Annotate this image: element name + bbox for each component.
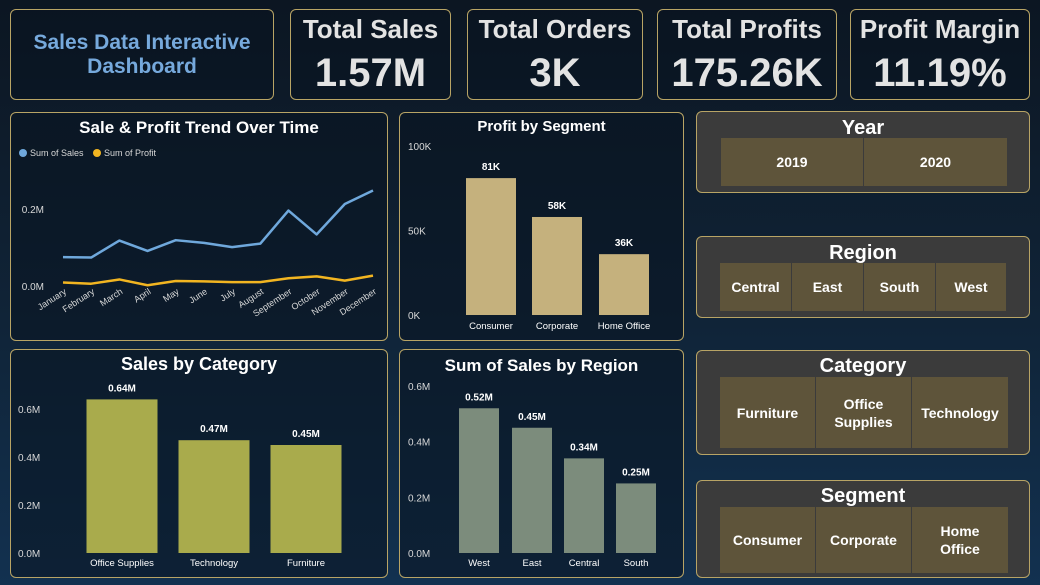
region-option-south[interactable]: South (864, 263, 936, 311)
year-option-2020[interactable]: 2020 (864, 138, 1007, 186)
bar (599, 254, 649, 315)
data-label: 36K (615, 238, 634, 249)
data-label: 0.52M (465, 392, 493, 403)
segment-slicer-title: Segment (820, 485, 906, 507)
region-option-central[interactable]: Central (720, 263, 792, 311)
bar (512, 427, 552, 553)
data-label: 58K (548, 201, 567, 212)
region-slicer: Region Central East South West (696, 236, 1030, 318)
bar (178, 440, 250, 553)
kpi-value: 1.57M (314, 51, 427, 95)
dashboard-title-card: Sales Data Interactive Dashboard (10, 9, 274, 100)
legend-label: Sum of Profit (104, 148, 157, 158)
y-tick-label: 0.0M (18, 549, 40, 560)
x-tick-label: Office Supplies (90, 558, 154, 569)
y-tick-label: 0.6M (408, 382, 430, 393)
y-tick-label: 0.0M (22, 282, 44, 293)
x-tick-label: February (61, 286, 97, 314)
legend-marker (93, 149, 101, 157)
data-label: 0.64M (108, 383, 136, 394)
x-tick-label: Furniture (287, 558, 325, 569)
y-tick-label: 0.2M (408, 493, 430, 504)
x-tick-label: May (161, 286, 181, 304)
year-slicer: Year 2019 2020 (696, 111, 1030, 193)
series-line-profit (62, 274, 374, 287)
kpi-total-orders: Total Orders 3K (467, 9, 643, 100)
region-chart-panel: Sum of Sales by Region 0.0M 0.2M 0.4M 0.6M 0… (399, 349, 684, 578)
data-label: 0.47M (200, 424, 228, 435)
y-tick-label: 0.6M (18, 405, 40, 416)
y-tick-label: 100K (408, 142, 432, 153)
category-chart: 0.0M 0.2M 0.4M 0.6M 0.64M Office Supplies 0.47… (18, 383, 342, 569)
region-slicer-title: Region (829, 242, 897, 264)
region-option-east[interactable]: East (792, 263, 864, 311)
x-tick-label: East (522, 558, 541, 569)
segment-option-corporate[interactable]: Corporate (816, 507, 912, 573)
kpi-total-profits: Total Profits 175.26K (657, 9, 837, 100)
legend-marker (19, 149, 27, 157)
kpi-label: Total Orders (478, 14, 632, 44)
category-option-office-supplies[interactable]: Office Supplies (816, 377, 912, 448)
y-tick-label: 0.4M (408, 438, 430, 449)
bar (564, 458, 604, 553)
region-chart: 0.0M 0.2M 0.4M 0.6M 0.52M West 0.45M East 0.34M C… (408, 382, 656, 569)
y-tick-label: 0.2M (22, 205, 44, 216)
trend-chart-panel: Sale & Profit Trend Over Time 0.0M 0.2M Su… (10, 112, 388, 341)
category-option-furniture[interactable]: Furniture (720, 377, 816, 448)
y-tick-label: 0K (408, 311, 421, 322)
category-option-technology[interactable]: Technology (912, 377, 1008, 448)
bar (270, 445, 342, 553)
series-line-sales (62, 189, 374, 259)
kpi-label: Total Profits (672, 14, 822, 44)
year-option-2019[interactable]: 2019 (721, 138, 864, 186)
x-tick-label: July (218, 286, 237, 303)
x-tick-label: June (187, 286, 209, 305)
x-tick-label: April (132, 286, 153, 304)
kpi-value: 175.26K (671, 51, 823, 95)
category-chart-panel: Sales by Category 0.0M 0.2M 0.4M 0.6M 0.64M O… (10, 349, 388, 578)
kpi-profit-margin: Profit Margin 11.19% (850, 9, 1030, 100)
x-tick-label: Home Office (598, 321, 651, 332)
x-tick-label: Consumer (469, 321, 513, 332)
data-label: 0.45M (292, 429, 320, 440)
category-slicer: Category Furniture Office Supplies Techn… (696, 350, 1030, 455)
y-tick-label: 50K (408, 227, 426, 238)
bar (86, 399, 158, 553)
segment-option-home-office[interactable]: Home Office (912, 507, 1008, 573)
y-tick-label: 0.4M (18, 453, 40, 464)
bar (616, 483, 656, 553)
y-tick-label: 0.2M (18, 501, 40, 512)
x-tick-label: South (624, 558, 649, 569)
bar (459, 408, 499, 553)
dashboard-title: Sales Data Interactive Dashboard (33, 30, 251, 78)
legend-label: Sum of Sales (30, 148, 84, 158)
x-tick-label: Corporate (536, 321, 578, 332)
kpi-label: Profit Margin (859, 14, 1021, 44)
data-label: 0.34M (570, 442, 598, 453)
x-tick-label: West (468, 558, 490, 569)
year-slicer-title: Year (841, 117, 885, 139)
x-tick-label: Technology (190, 558, 238, 569)
kpi-value: 3K (529, 51, 581, 95)
segment-chart: 0K 50K 100K 81K Consumer 58K Corporate 36K Home … (408, 142, 651, 332)
segment-slicer: Segment Consumer Corporate Home Office (696, 480, 1030, 578)
bar (466, 178, 516, 315)
category-slicer-title: Category (819, 355, 907, 377)
data-label: 0.45M (518, 412, 546, 423)
data-label: 0.25M (622, 467, 650, 478)
x-tick-label: March (98, 286, 124, 308)
segment-chart-panel: Profit by Segment 0K 50K 100K 81K Consumer 58… (399, 112, 684, 341)
x-tick-label: Central (569, 558, 600, 569)
data-label: 81K (482, 162, 501, 173)
y-tick-label: 0.0M (408, 549, 430, 560)
trend-chart: 0.0M0.2MSum of Sales Sum of ProfitJanuary… (19, 148, 378, 319)
kpi-total-sales: Total Sales 1.57M (290, 9, 451, 100)
kpi-label: Total Sales (302, 14, 439, 44)
bar (532, 216, 582, 315)
region-option-west[interactable]: West (936, 263, 1006, 311)
kpi-value: 11.19% (873, 51, 1007, 95)
segment-option-consumer[interactable]: Consumer (720, 507, 816, 573)
